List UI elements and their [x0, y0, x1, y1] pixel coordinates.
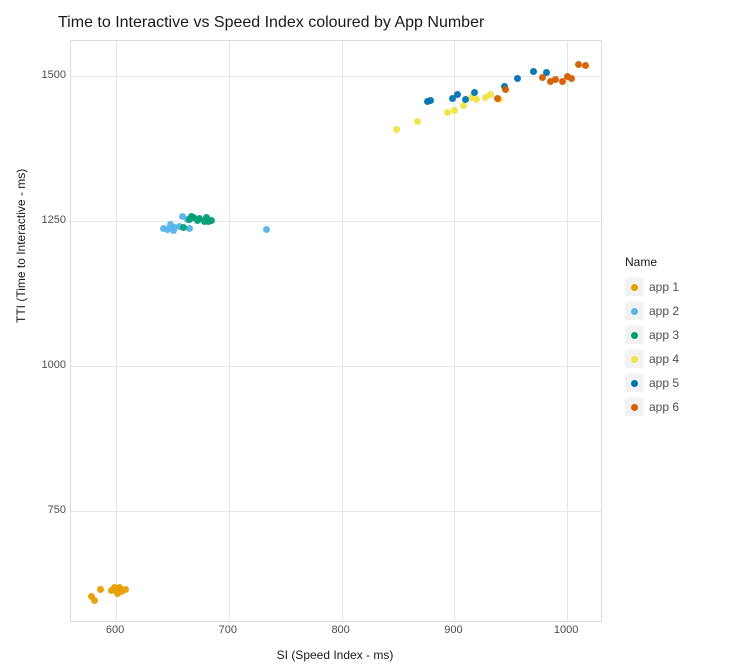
y-tick-label: 1250 — [30, 214, 66, 226]
legend-item: app 1 — [625, 277, 679, 297]
x-axis-label: SI (Speed Index - ms) — [70, 648, 600, 662]
data-point — [462, 96, 469, 103]
data-point — [97, 586, 104, 593]
legend-label: app 5 — [649, 376, 679, 390]
data-point — [414, 118, 421, 125]
data-point — [494, 95, 501, 102]
data-point — [487, 91, 494, 98]
x-tick-label: 800 — [321, 624, 361, 636]
legend-swatch — [625, 350, 643, 368]
legend-label: app 4 — [649, 352, 679, 366]
legend-label: app 6 — [649, 400, 679, 414]
legend-swatch — [625, 278, 643, 296]
legend-item: app 6 — [625, 397, 679, 417]
legend-item: app 4 — [625, 349, 679, 369]
data-point — [575, 61, 582, 68]
data-point — [427, 97, 434, 104]
x-tick-label: 700 — [208, 624, 248, 636]
data-point — [539, 74, 546, 81]
plot-area — [70, 40, 602, 622]
legend-item: app 5 — [625, 373, 679, 393]
y-tick-label: 1500 — [30, 69, 66, 81]
data-point — [393, 126, 400, 133]
x-tick-label: 900 — [433, 624, 473, 636]
data-point — [460, 102, 467, 109]
data-point — [263, 226, 270, 233]
data-point — [471, 89, 478, 96]
chart-title: Time to Interactive vs Speed Index colou… — [58, 14, 484, 32]
data-point — [208, 217, 215, 224]
data-point — [502, 86, 509, 93]
x-tick-label: 1000 — [546, 624, 586, 636]
legend-label: app 3 — [649, 328, 679, 342]
x-tick-label: 600 — [95, 624, 135, 636]
y-tick-label: 750 — [30, 504, 66, 516]
data-point — [530, 68, 537, 75]
legend-label: app 1 — [649, 280, 679, 294]
legend-item: app 2 — [625, 301, 679, 321]
data-point — [122, 586, 129, 593]
scatter-chart: Time to Interactive vs Speed Index colou… — [0, 0, 750, 669]
legend-title: Name — [625, 255, 679, 269]
legend: Name app 1 app 2 app 3 app 4 app 5 app 6 — [625, 255, 679, 421]
data-point — [451, 107, 458, 114]
legend-swatch — [625, 302, 643, 320]
data-point — [91, 597, 98, 604]
legend-item: app 3 — [625, 325, 679, 345]
data-point — [582, 62, 589, 69]
y-axis-label: TTI (Time to Interactive - ms) — [14, 169, 28, 323]
data-point — [568, 75, 575, 82]
legend-swatch — [625, 374, 643, 392]
data-point — [473, 96, 480, 103]
legend-label: app 2 — [649, 304, 679, 318]
legend-swatch — [625, 398, 643, 416]
data-point — [514, 75, 521, 82]
y-tick-label: 1000 — [30, 359, 66, 371]
legend-swatch — [625, 326, 643, 344]
data-point — [454, 91, 461, 98]
